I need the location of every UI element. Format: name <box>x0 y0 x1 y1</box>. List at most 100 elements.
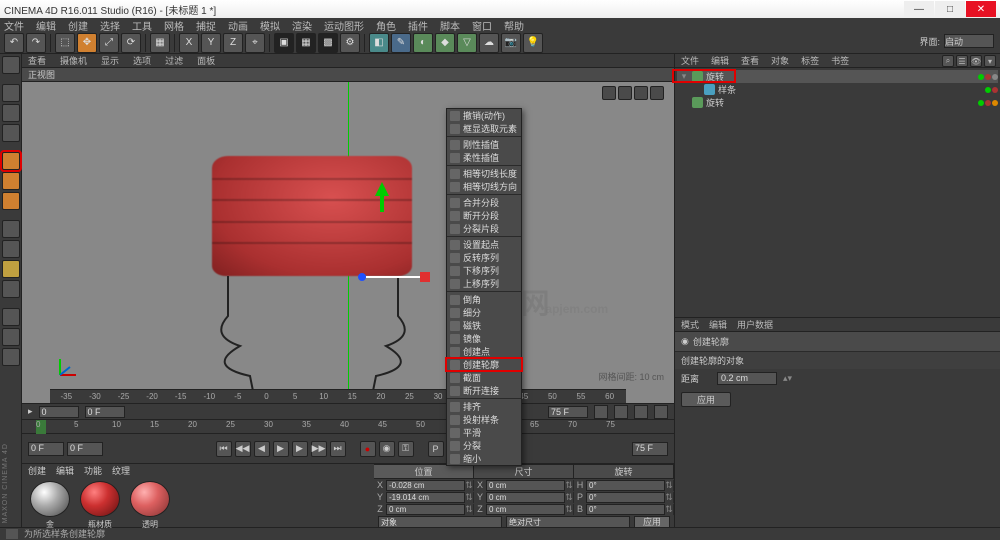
attr-tab[interactable]: 用户数据 <box>737 318 773 331</box>
locked-workplane-button[interactable] <box>2 308 20 326</box>
camera-button[interactable]: 📷 <box>501 33 521 53</box>
render-pv-button[interactable]: ▩ <box>318 33 338 53</box>
coord-tab[interactable]: 旋转 <box>574 465 674 478</box>
x-axis-gizmo-icon[interactable] <box>358 272 430 282</box>
y-axis-button[interactable]: Y <box>201 33 221 53</box>
context-menu-item[interactable]: 相等切线方向 <box>447 180 521 193</box>
spinner-icon[interactable]: ⇅ <box>565 504 573 515</box>
context-menu-item[interactable]: 分裂 <box>447 439 521 452</box>
om-tab[interactable]: 查看 <box>741 54 759 67</box>
menu-item[interactable]: 工具 <box>132 18 152 33</box>
tl-autokey-button[interactable]: ◉ <box>379 441 395 457</box>
spinner-icon[interactable]: ⇅ <box>465 480 473 491</box>
tl-gotostart-button[interactable]: ⏮ <box>216 441 232 457</box>
menu-item[interactable]: 运动图形 <box>324 18 364 33</box>
context-menu-item[interactable]: 刚性插值 <box>447 138 521 151</box>
attr-tab[interactable]: 编辑 <box>709 318 727 331</box>
render-view-button[interactable]: ▣ <box>274 33 294 53</box>
spinner-icon[interactable]: ⇅ <box>665 504 673 515</box>
spinner-icon[interactable]: ⇅ <box>565 480 573 491</box>
context-menu-item[interactable]: 倒角 <box>447 293 521 306</box>
tl-end-input[interactable]: 75 F <box>632 442 668 456</box>
spinner-icon[interactable]: ⇅ <box>565 492 573 503</box>
coord-value-input[interactable]: 0° <box>586 480 665 491</box>
spline-pen-button[interactable]: ✎ <box>391 33 411 53</box>
snap-enable-button[interactable] <box>2 260 20 278</box>
coord-value-input[interactable]: 0 cm <box>386 504 465 515</box>
coord-value-input[interactable]: 0° <box>586 492 665 503</box>
context-menu-item[interactable]: 柔性插值 <box>447 151 521 164</box>
menu-item[interactable]: 编辑 <box>36 18 56 33</box>
menu-item[interactable]: 脚本 <box>440 18 460 33</box>
vp-nav4-icon[interactable] <box>654 405 668 419</box>
context-menu-item[interactable]: 磁铁 <box>447 319 521 332</box>
coord-mode1-combo[interactable]: 对象 <box>378 516 502 528</box>
rotate-tool-button[interactable]: ⟳ <box>121 33 141 53</box>
vp-frameend-input[interactable]: 75 F <box>548 406 588 418</box>
object-visibility-dots[interactable] <box>978 74 998 80</box>
workplane-mode-button[interactable] <box>2 124 20 142</box>
vp-nav2-icon[interactable] <box>614 405 628 419</box>
menu-item[interactable]: 帮助 <box>504 18 524 33</box>
context-menu-item[interactable]: 合并分段 <box>447 196 521 209</box>
menu-item[interactable]: 窗口 <box>472 18 492 33</box>
tl-prevkey-button[interactable]: ◀◀ <box>235 441 251 457</box>
om-menu-icon[interactable]: ▾ <box>984 55 996 67</box>
om-tab[interactable]: 对象 <box>771 54 789 67</box>
spinner-icon[interactable]: ⇅ <box>665 480 673 491</box>
context-menu-item[interactable]: 镜像 <box>447 332 521 345</box>
polygon-mode-button[interactable] <box>2 192 20 210</box>
om-eye-icon[interactable]: 👁 <box>970 55 982 67</box>
coord-apply-button[interactable]: 应用 <box>634 516 670 528</box>
material-slot[interactable]: 金 <box>28 481 72 530</box>
last-tool-button[interactable]: ▦ <box>150 33 170 53</box>
context-menu-item[interactable]: 投射样条 <box>447 413 521 426</box>
coord-value-input[interactable]: 0° <box>586 504 665 515</box>
sel-filter-button[interactable] <box>2 348 20 366</box>
tl-record-button[interactable]: ● <box>360 441 376 457</box>
om-tab[interactable]: 编辑 <box>711 54 729 67</box>
light-button[interactable]: 💡 <box>523 33 543 53</box>
workplane-button[interactable] <box>2 280 20 298</box>
cube-primitive-button[interactable]: ◧ <box>369 33 389 53</box>
context-menu-item[interactable]: 撤销(动作) <box>447 109 521 122</box>
context-menu-item[interactable]: 创建点 <box>447 345 521 358</box>
menu-item[interactable]: 角色 <box>376 18 396 33</box>
view-menu-item[interactable]: 选项 <box>133 54 151 67</box>
y-axis-gizmo-icon[interactable] <box>375 182 389 212</box>
material-slot[interactable]: 透明 <box>128 481 172 530</box>
scale-tool-button[interactable]: ⤢ <box>99 33 119 53</box>
context-menu-item[interactable]: 分裂片段 <box>447 222 521 235</box>
view-menu-item[interactable]: 摄像机 <box>60 54 87 67</box>
coord-tab[interactable]: 尺寸 <box>474 465 574 478</box>
attr-apply-button[interactable]: 应用 <box>681 392 731 407</box>
coord-tab[interactable]: 位置 <box>374 465 474 478</box>
texture-mode-button[interactable] <box>2 104 20 122</box>
tl-pos-button[interactable]: P <box>428 441 444 457</box>
object-name[interactable]: 旋转 <box>706 96 975 109</box>
menu-item[interactable]: 创建 <box>68 18 88 33</box>
menu-item[interactable]: 渲染 <box>292 18 312 33</box>
edge-mode-button[interactable] <box>2 172 20 190</box>
menu-item[interactable]: 动画 <box>228 18 248 33</box>
coord-mode2-combo[interactable]: 绝对尺寸 <box>506 516 630 528</box>
view-menu-item[interactable]: 面板 <box>197 54 215 67</box>
vp-nav1-icon[interactable] <box>602 86 616 100</box>
object-visibility-dots[interactable] <box>978 100 998 106</box>
material-tab[interactable]: 编辑 <box>56 464 74 477</box>
environment-button[interactable]: ☁ <box>479 33 499 53</box>
coord-value-input[interactable]: -19.014 cm <box>386 492 465 503</box>
x-axis-button[interactable]: X <box>179 33 199 53</box>
make-editable-button[interactable] <box>2 56 20 74</box>
axis-mode-button[interactable] <box>2 220 20 238</box>
material-tab[interactable]: 创建 <box>28 464 46 477</box>
context-menu-item[interactable]: 框显选取元素 <box>447 122 521 135</box>
tl-prevframe-button[interactable]: ◀ <box>254 441 270 457</box>
attr-distance-input[interactable]: 0.2 cm <box>717 372 777 385</box>
context-menu-item[interactable]: 创建轮廓 <box>447 358 521 371</box>
view-menu-item[interactable]: 显示 <box>101 54 119 67</box>
vp-nav-icon[interactable] <box>594 405 608 419</box>
object-row[interactable]: 样条 <box>677 83 998 96</box>
om-search-icon[interactable]: ⌕ <box>942 55 954 67</box>
z-axis-button[interactable]: Z <box>223 33 243 53</box>
